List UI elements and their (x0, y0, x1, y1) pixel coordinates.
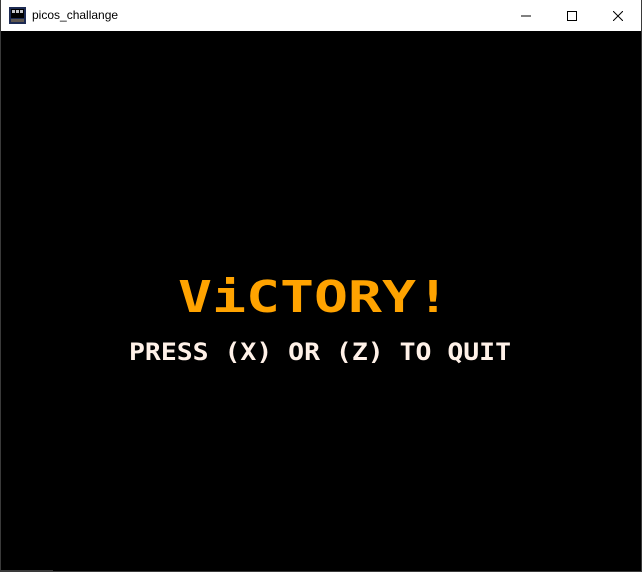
taskbar-edge (1, 570, 53, 571)
victory-headline-text: ViCTORY! (178, 277, 450, 319)
minimize-button[interactable] (503, 0, 549, 31)
window-title: picos_challange (32, 8, 119, 22)
maximize-button[interactable] (549, 0, 595, 31)
maximize-icon (567, 10, 577, 21)
quit-instruction-text: PRESS (X) OR (Z) TO QUIT (129, 340, 511, 364)
game-canvas[interactable]: ViCTORY! PRESS (X) OR (Z) TO QUIT (1, 31, 641, 571)
title-bar[interactable]: picos_challange (1, 0, 641, 31)
pico-app-icon (9, 7, 26, 24)
quit-instruction: PRESS (X) OR (Z) TO QUIT (129, 340, 511, 364)
minimize-icon (521, 15, 531, 16)
victory-headline: ViCTORY! (178, 277, 450, 319)
close-icon (613, 10, 623, 21)
close-button[interactable] (595, 0, 641, 31)
app-window: picos_challange ViCTORY! PRESS (X) OR (Z… (0, 0, 642, 572)
